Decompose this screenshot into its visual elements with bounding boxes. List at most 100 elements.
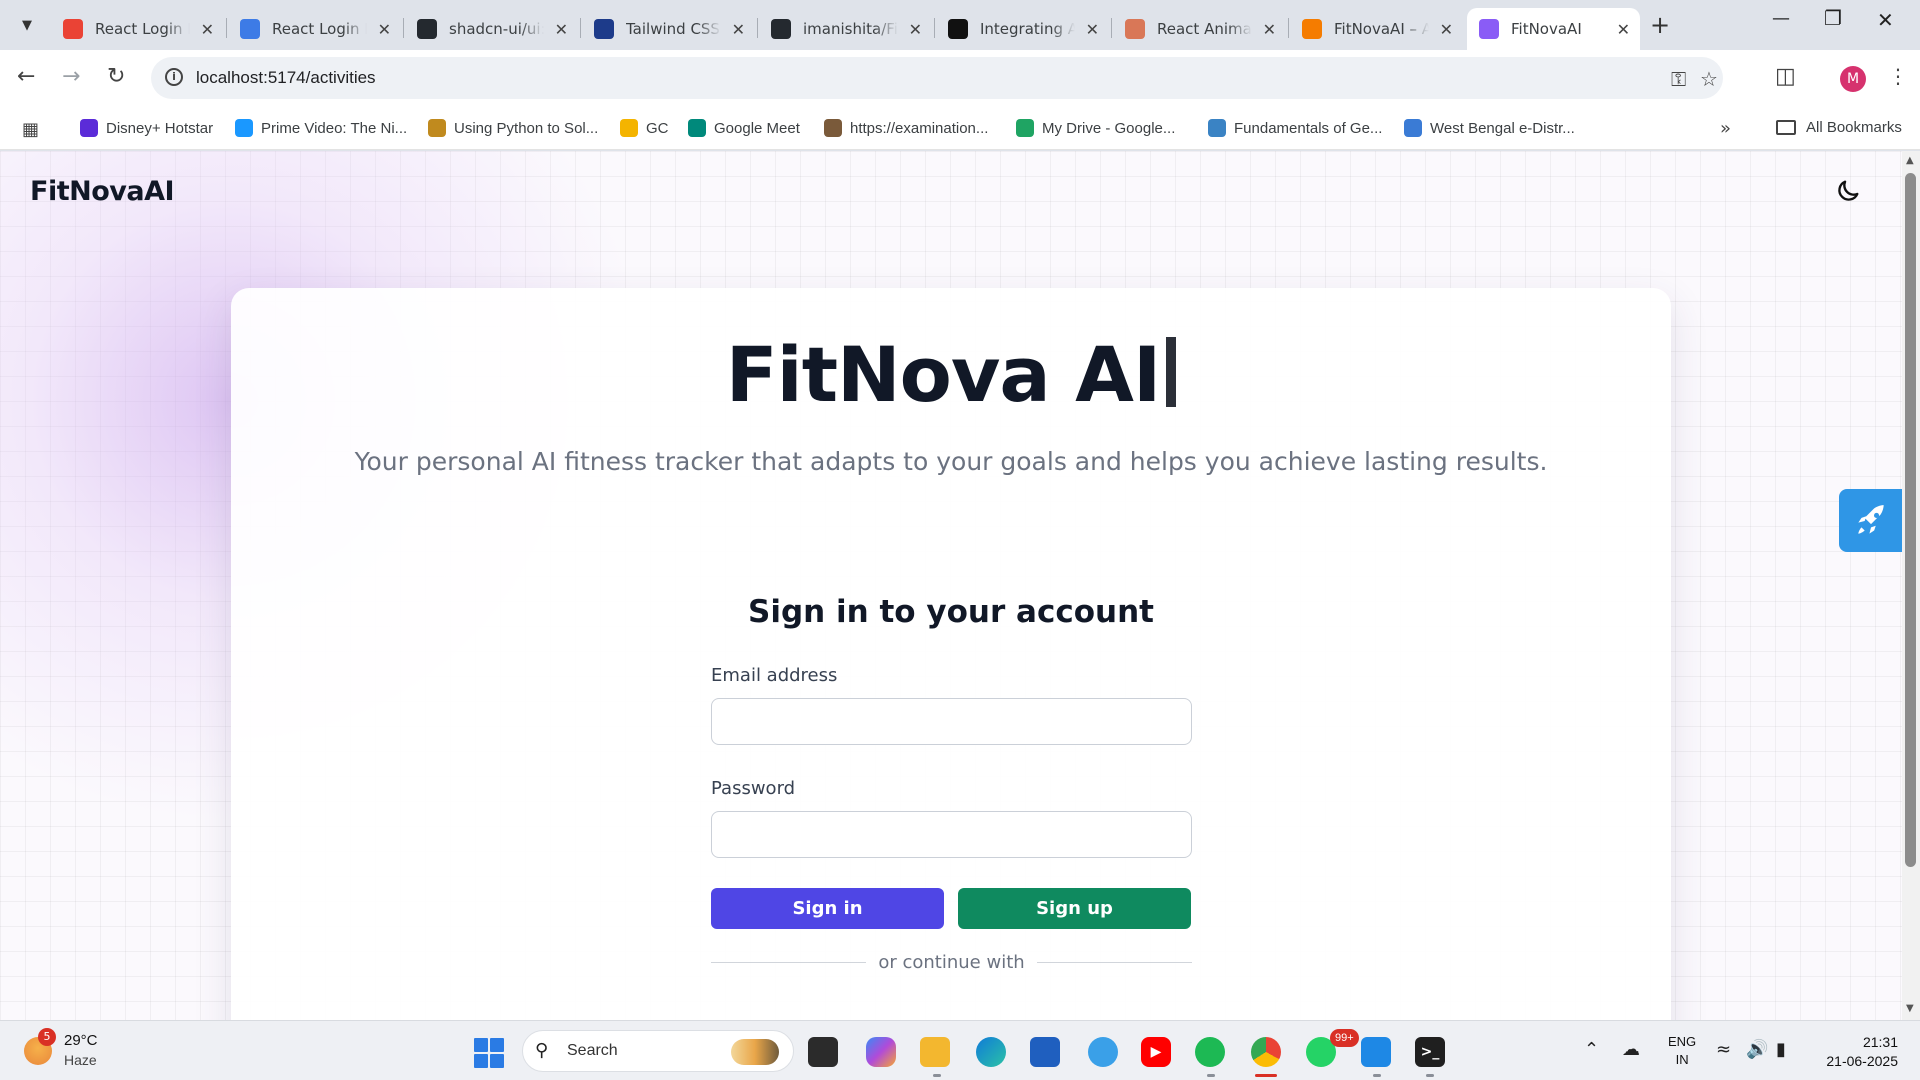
extensions-icon[interactable]: ◫ — [1775, 64, 1796, 89]
battery-icon[interactable]: ▮ — [1776, 1039, 1786, 1060]
page-scrollbar[interactable]: ▲ ▼ — [1902, 151, 1920, 1020]
scroll-down-icon[interactable]: ▼ — [1906, 1003, 1914, 1014]
reload-icon[interactable]: ↻ — [107, 64, 125, 89]
taskbar-search-text: Search — [567, 1042, 618, 1059]
clock[interactable]: 21:31 21-06-2025 — [1818, 1033, 1898, 1071]
site-info-icon[interactable]: i — [165, 68, 183, 86]
new-tab-button[interactable]: + — [1650, 11, 1670, 39]
edge-icon[interactable] — [976, 1037, 1006, 1067]
tab-title: imanishita/Fi — [803, 20, 898, 38]
profile-avatar[interactable]: M — [1840, 66, 1866, 92]
taskbar-search[interactable]: ⚲ Search — [522, 1030, 794, 1072]
close-tab-icon[interactable]: ✕ — [732, 20, 745, 39]
signin-button[interactable]: Sign in — [711, 888, 944, 929]
vite-icon — [1479, 19, 1499, 39]
email-label: Email address — [711, 665, 838, 686]
store-icon[interactable] — [1030, 1037, 1060, 1067]
cloud-offline-icon[interactable]: ☁ — [1622, 1039, 1640, 1060]
browser-tab[interactable]: imanishita/Fi ✕ — [759, 8, 932, 50]
bookmark-star-icon[interactable]: ☆ — [1700, 67, 1718, 91]
more-bookmarks-icon[interactable]: » — [1720, 118, 1731, 139]
scroll-up-icon[interactable]: ▲ — [1906, 155, 1914, 166]
chrome-icon[interactable] — [1251, 1037, 1281, 1067]
weather-desc[interactable]: Haze — [64, 1052, 97, 1068]
browser-tab[interactable]: React Login P ✕ — [51, 8, 224, 50]
bookmark-item[interactable]: Prime Video: The Ni... — [235, 119, 407, 137]
bookmark-label: Using Python to Sol... — [454, 119, 599, 137]
bookmark-item[interactable]: Disney+ Hotstar — [80, 119, 213, 137]
continue-divider: or continue with — [711, 950, 1192, 974]
spotify-icon[interactable] — [1195, 1037, 1225, 1067]
address-bar[interactable]: i localhost:5174/activities ⚿ ☆ — [151, 57, 1723, 99]
running-indicator — [933, 1074, 941, 1077]
bookmark-favicon-icon — [428, 119, 446, 137]
task-view-icon[interactable] — [808, 1037, 838, 1067]
weather-badge: 5 — [38, 1028, 56, 1046]
auth-card: FitNova AI Your personal AI fitness trac… — [231, 288, 1671, 1020]
menu-icon[interactable]: ⋮ — [1888, 64, 1908, 88]
close-tab-icon[interactable]: ✕ — [1086, 20, 1099, 39]
browser-tab[interactable]: React Animat ✕ — [1113, 8, 1286, 50]
language-indicator[interactable]: ENG IN — [1668, 1033, 1696, 1069]
bookmark-item[interactable]: My Drive - Google... — [1016, 119, 1175, 137]
bookmark-item[interactable]: Using Python to Sol... — [428, 119, 598, 137]
chevron-up-icon[interactable]: ⌃ — [1584, 1039, 1599, 1060]
tab-title: React Login P — [272, 20, 367, 38]
bookmark-label: GC — [646, 119, 669, 137]
close-tab-icon[interactable]: ✕ — [555, 20, 568, 39]
moon-icon[interactable] — [1834, 177, 1862, 205]
scroll-thumb[interactable] — [1905, 173, 1916, 867]
close-tab-icon[interactable]: ✕ — [201, 20, 214, 39]
tab-search-button[interactable]: ▼ — [12, 10, 42, 40]
bookmark-favicon-icon — [620, 119, 638, 137]
browser-tab[interactable]: Integrating A ✕ — [936, 8, 1109, 50]
browser-tab[interactable]: Tailwind CSS ✕ — [582, 8, 755, 50]
tab-title: FitNovaAI – A — [1334, 20, 1429, 38]
bookmark-item[interactable]: Fundamentals of Ge... — [1208, 119, 1382, 137]
forward-icon[interactable]: → — [62, 64, 80, 89]
copilot-icon[interactable] — [866, 1037, 896, 1067]
start-icon[interactable] — [474, 1038, 504, 1068]
close-tab-icon[interactable]: ✕ — [909, 20, 922, 39]
vscode-icon[interactable] — [1361, 1037, 1391, 1067]
bookmark-item[interactable]: https://examination... — [824, 119, 988, 137]
browser-toolbar: ← → ↻ i localhost:5174/activities ⚿ ☆ ◫ … — [0, 50, 1920, 108]
divider-line — [711, 961, 867, 963]
bookmark-label: Fundamentals of Ge... — [1234, 119, 1383, 137]
close-tab-icon[interactable]: ✕ — [378, 20, 391, 39]
browser-tab[interactable]: FitNovaAI ✕ — [1467, 8, 1640, 50]
page-viewport: FitNovaAI FitNova AI Your personal AI fi… — [0, 151, 1902, 1020]
browser-tab[interactable]: React Login P ✕ — [228, 8, 401, 50]
url-text[interactable]: localhost:5174/activities — [196, 68, 376, 88]
browser-tab[interactable]: shadcn-ui/ui: ✕ — [405, 8, 578, 50]
browser-tab[interactable]: FitNovaAI – A ✕ — [1290, 8, 1463, 50]
bookmark-favicon-icon — [1208, 119, 1226, 137]
bookmark-item[interactable]: GC — [620, 119, 669, 137]
back-icon[interactable]: ← — [17, 64, 35, 89]
bookmark-item[interactable]: West Bengal e-Distr... — [1404, 119, 1575, 137]
close-window-icon[interactable]: ✕ — [1877, 8, 1894, 32]
site-logo[interactable]: FitNovaAI — [30, 176, 175, 207]
file-explorer-icon[interactable] — [920, 1037, 950, 1067]
bookmark-label: Google Meet — [714, 119, 800, 137]
password-field[interactable] — [711, 811, 1192, 858]
rocket-button[interactable] — [1839, 489, 1902, 552]
password-key-icon[interactable]: ⚿ — [1671, 67, 1686, 91]
close-tab-icon[interactable]: ✕ — [1617, 20, 1630, 39]
email-field[interactable] — [711, 698, 1192, 745]
signup-button[interactable]: Sign up — [958, 888, 1191, 929]
youtube-icon[interactable]: ▶ — [1141, 1037, 1171, 1067]
weather-temp[interactable]: 29°C — [64, 1032, 98, 1049]
close-tab-icon[interactable]: ✕ — [1263, 20, 1276, 39]
minimize-icon[interactable]: — — [1772, 8, 1790, 29]
all-bookmarks-button[interactable]: All Bookmarks — [1776, 119, 1902, 136]
bookmark-label: https://examination... — [850, 119, 989, 137]
wifi-icon[interactable]: ≈ — [1716, 1039, 1731, 1060]
terminal-icon[interactable]: >_ — [1415, 1037, 1445, 1067]
bookmark-item[interactable]: Google Meet — [688, 119, 800, 137]
volume-icon[interactable]: 🔊 — [1746, 1039, 1768, 1060]
apps-grid-icon[interactable]: ▦ — [22, 119, 39, 140]
paint-icon[interactable] — [1088, 1037, 1118, 1067]
restore-icon[interactable]: ❐ — [1824, 6, 1842, 30]
close-tab-icon[interactable]: ✕ — [1440, 20, 1453, 39]
